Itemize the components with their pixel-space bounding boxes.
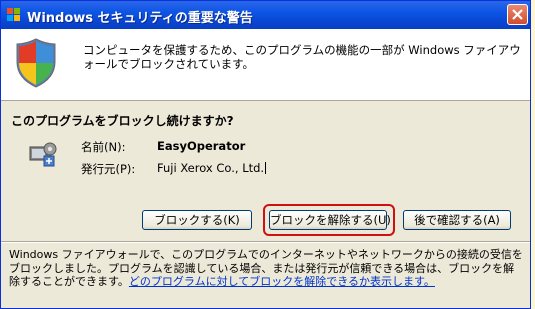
unblock-button[interactable]: ブロックを解除する(U)	[269, 210, 391, 230]
ask-later-button[interactable]: 後で確認する(A)	[403, 210, 511, 230]
allowed-programs-link[interactable]: どのプログラムに対してブロックを解除できるか表示します。	[129, 275, 435, 288]
close-icon	[512, 9, 523, 20]
publisher-label: 発行元(P):	[81, 162, 136, 176]
title-bar[interactable]: Windows セキュリティの重要な警告	[1, 1, 530, 29]
program-name: EasyOperator	[157, 139, 246, 153]
footer-info: Windows ファイアウォールで、このプログラムでのインターネットやネットワー…	[9, 248, 525, 289]
warning-banner: コンピュータを保護するため、このプログラムの機能の一部が Windows ファイ…	[1, 29, 530, 101]
background-strip	[531, 0, 535, 309]
text-caret	[265, 162, 267, 174]
publisher-value: Fuji Xerox Co., Ltd.	[157, 161, 265, 175]
keep-blocking-button[interactable]: ブロックする(K)	[142, 210, 252, 230]
banner-message: コンピュータを保護するため、このプログラムの機能の一部が Windows ファイ…	[83, 43, 521, 71]
publisher-value-wrap: Fuji Xerox Co., Ltd.	[157, 161, 267, 175]
security-alert-dialog: Windows セキュリティの重要な警告 コンピュータを保護するため、このプログ…	[0, 0, 531, 309]
close-button[interactable]	[507, 4, 528, 25]
divider	[1, 241, 530, 243]
program-icon	[29, 142, 57, 167]
block-question: このプログラムをブロックし続けますか?	[11, 114, 234, 128]
app-icon	[7, 8, 20, 21]
window-title: Windows セキュリティの重要な警告	[27, 11, 253, 26]
shield-icon	[16, 38, 56, 88]
name-label: 名前(N):	[81, 140, 126, 154]
